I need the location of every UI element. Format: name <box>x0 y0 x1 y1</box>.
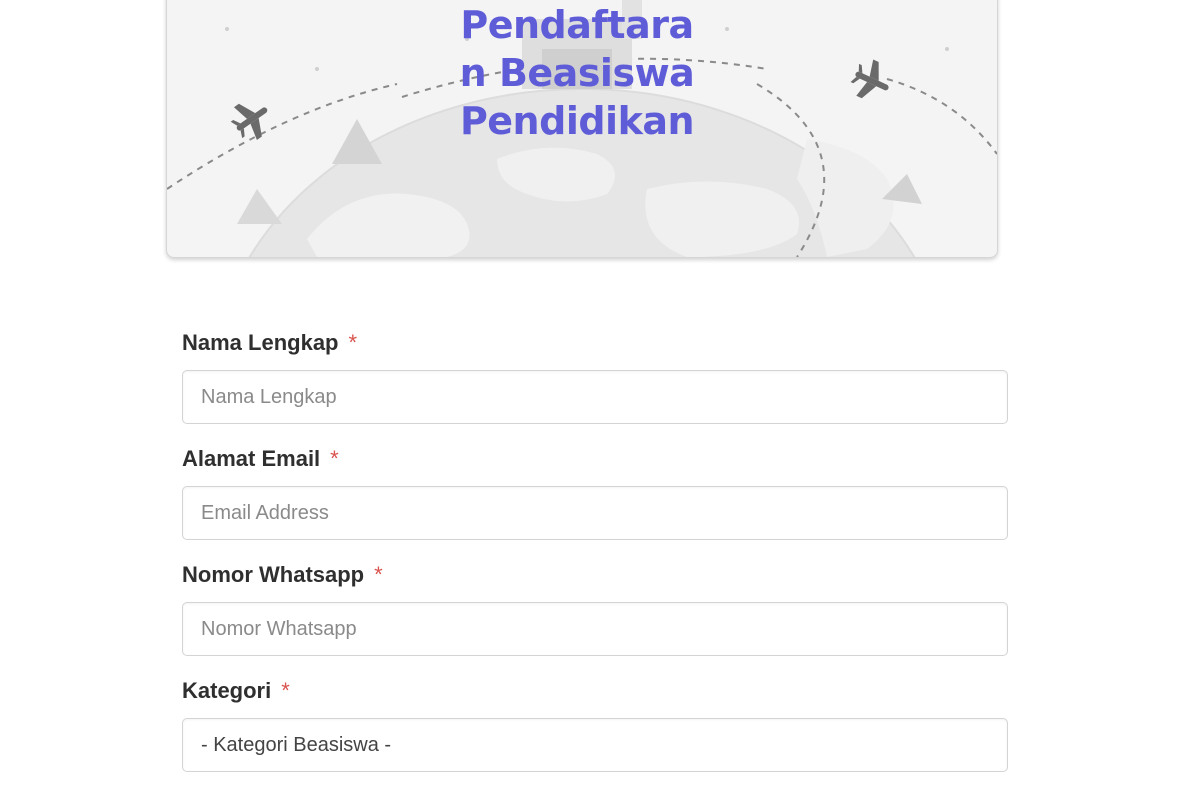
full-name-input[interactable] <box>182 370 1008 424</box>
field-label: Kategori * <box>182 678 1010 704</box>
field-label: Nama Lengkap * <box>182 330 1010 356</box>
required-marker: * <box>348 330 358 355</box>
registration-page: Pendaftara n Beasiswa Pendidikan Nama Le… <box>0 0 1200 800</box>
field-whatsapp: Nomor Whatsapp * <box>182 562 1010 656</box>
field-label-text: Nomor Whatsapp <box>182 562 365 587</box>
header-banner: Pendaftara n Beasiswa Pendidikan <box>166 0 998 258</box>
field-full-name: Nama Lengkap * <box>182 330 1010 424</box>
field-label: Nomor Whatsapp * <box>182 562 1010 588</box>
required-marker: * <box>330 446 339 471</box>
banner-title: Pendaftara n Beasiswa Pendidikan <box>442 1 712 145</box>
field-category: Kategori * - Kategori Beasiswa - <box>182 678 1010 772</box>
field-label-text: Kategori <box>182 678 272 703</box>
category-selected-value: - Kategori Beasiswa - <box>201 733 392 756</box>
field-label: Alamat Email * <box>182 446 1010 472</box>
whatsapp-input[interactable] <box>182 602 1008 656</box>
registration-form: Nama Lengkap * Alamat Email * Nomor Whatsa… <box>182 330 1010 794</box>
banner-title-line: Pendaftara <box>460 3 694 47</box>
banner-title-line: Pendidikan <box>459 99 695 143</box>
field-email: Alamat Email * <box>182 446 1010 540</box>
email-input[interactable] <box>182 486 1008 540</box>
field-label-text: Nama Lengkap <box>182 330 339 355</box>
field-label-text: Alamat Email <box>182 446 321 471</box>
required-marker: * <box>374 562 383 587</box>
required-marker: * <box>281 678 290 703</box>
banner-title-line: n Beasiswa <box>459 51 695 95</box>
category-select[interactable]: - Kategori Beasiswa - <box>182 718 1008 772</box>
